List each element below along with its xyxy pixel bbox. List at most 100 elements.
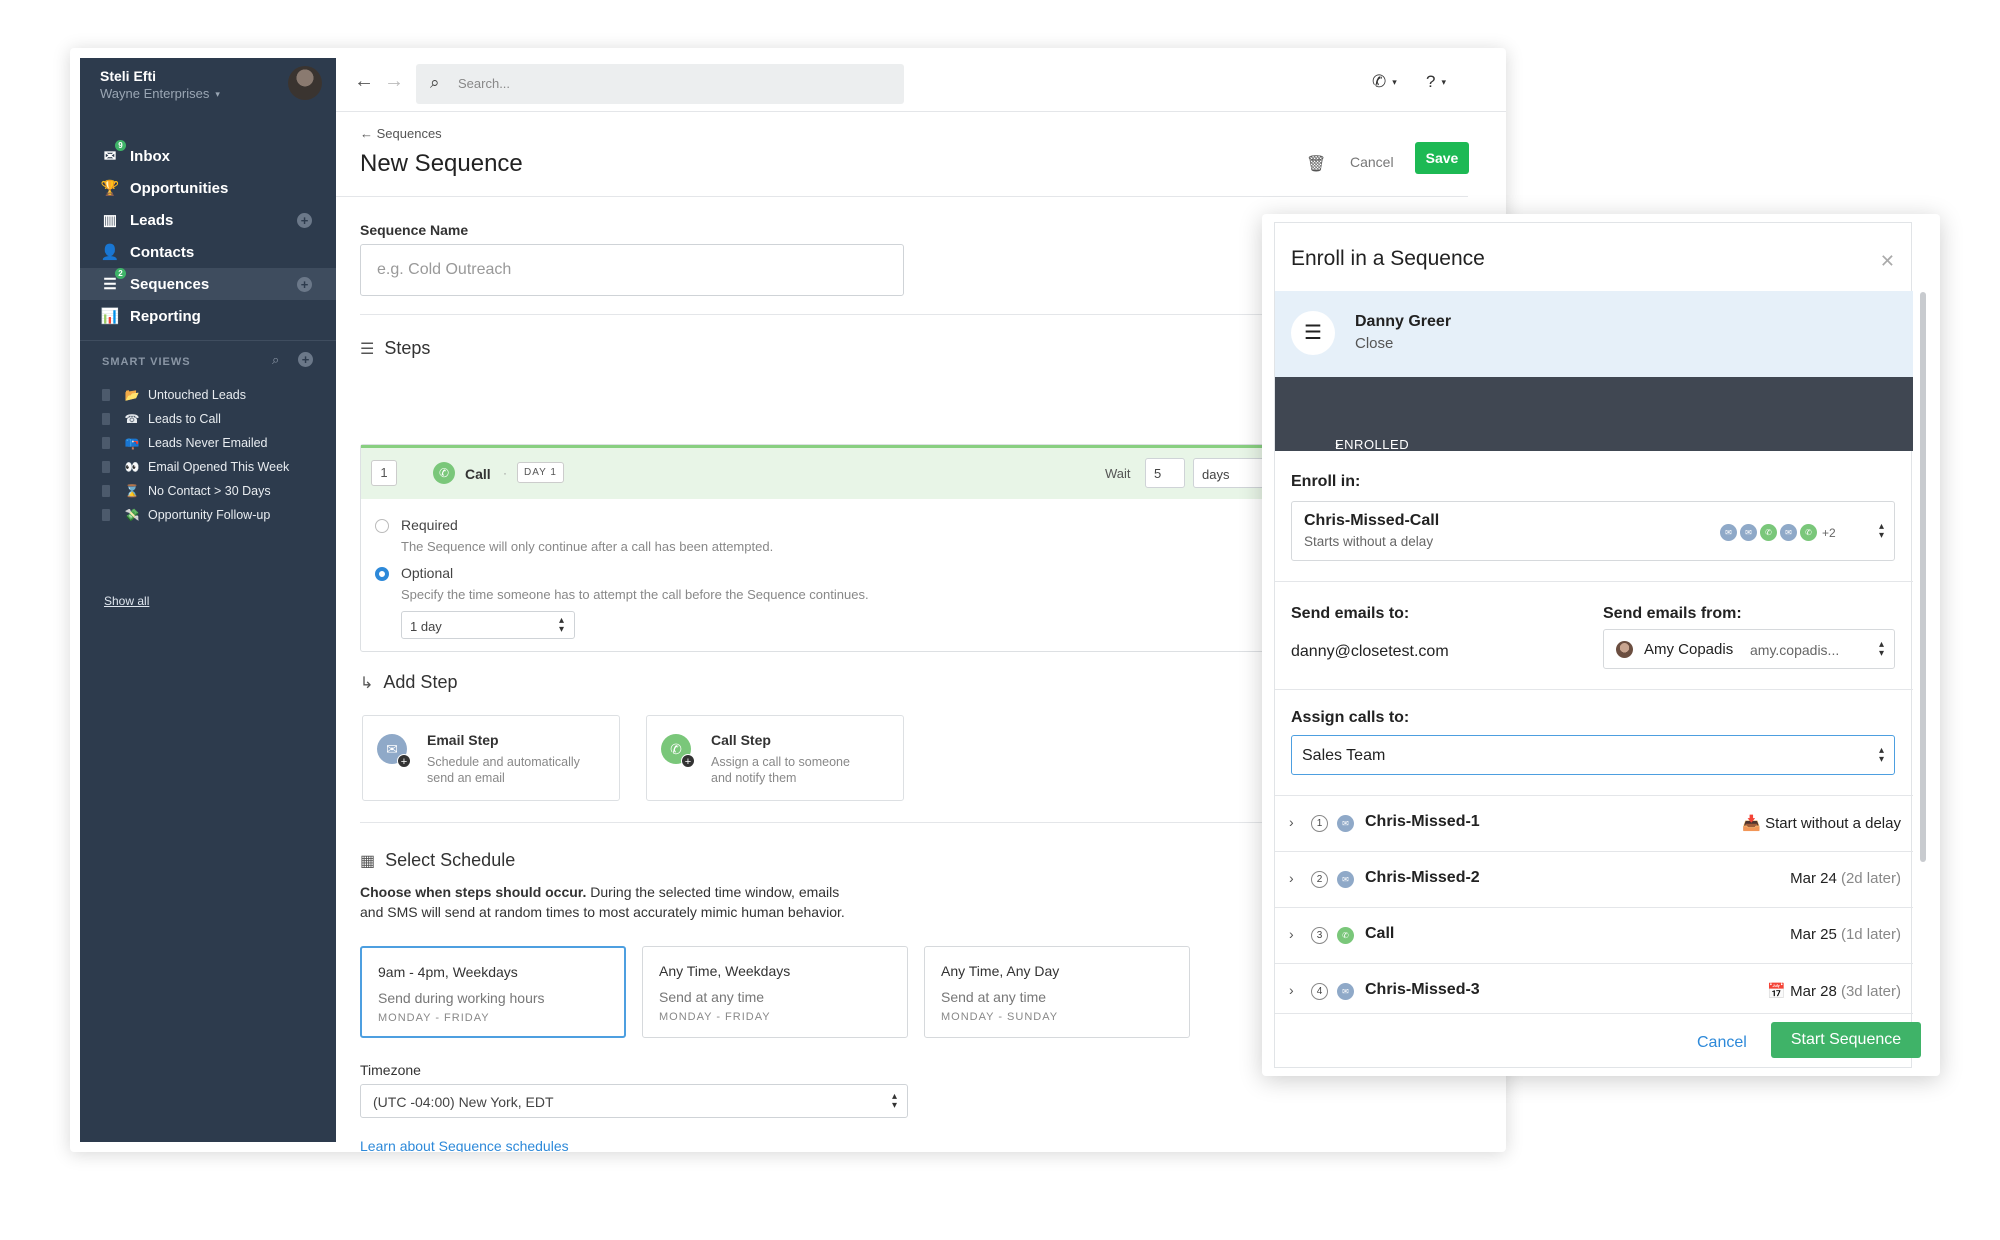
lead-icon: ☰ bbox=[1291, 311, 1335, 355]
chevron-right-icon[interactable]: › bbox=[1289, 814, 1294, 830]
start-sequence-button[interactable]: Start Sequence bbox=[1771, 1022, 1921, 1058]
chevron-right-icon[interactable]: › bbox=[1289, 982, 1294, 998]
call-step-description: Assign a call to someone and notify them bbox=[711, 754, 850, 786]
forward-arrow-icon[interactable]: → bbox=[384, 70, 404, 93]
duration-select[interactable]: 1 day ▴ ▾ bbox=[401, 611, 575, 639]
updown-icon: ▴ ▾ bbox=[1878, 745, 1884, 765]
smart-view-leads-never-emailed[interactable]: 📪 Leads Never Emailed bbox=[102, 432, 268, 454]
modal-scrollbar[interactable] bbox=[1920, 292, 1926, 862]
org-switcher[interactable]: Wayne Enterprises ▾ bbox=[100, 86, 220, 101]
learn-schedules-link[interactable]: Learn about Sequence schedules bbox=[360, 1138, 569, 1152]
email-step-title: Email Step bbox=[427, 732, 499, 748]
schedule-option-any-time-any-day[interactable]: Any Time, Any Day Send at any time MONDA… bbox=[924, 946, 1190, 1038]
add-smart-view-icon[interactable]: + bbox=[298, 352, 313, 367]
smart-view-no-contact[interactable]: ⌛ No Contact > 30 Days bbox=[102, 480, 271, 502]
cancel-button[interactable]: Cancel bbox=[1697, 1034, 1747, 1052]
sidebar-item-leads[interactable]: ▥ Leads + bbox=[80, 204, 336, 236]
send-from-select[interactable]: Amy Copadis amy.copadis... ▴ ▾ bbox=[1603, 629, 1895, 669]
arrow-turn-icon: ↳ bbox=[360, 674, 374, 692]
chevron-right-icon[interactable]: › bbox=[1289, 926, 1294, 942]
schedule-description: Choose when steps should occur. During t… bbox=[360, 882, 1000, 922]
add-sequence-icon[interactable]: + bbox=[297, 276, 312, 292]
timezone-select[interactable]: (UTC -04:00) New York, EDT ▴ ▾ bbox=[360, 1084, 908, 1118]
assign-calls-select[interactable]: Sales Team ▴ ▾ bbox=[1291, 735, 1895, 775]
timezone-label: Timezone bbox=[360, 1062, 421, 1078]
avatar[interactable] bbox=[288, 66, 322, 100]
schedule-option-description: Send at any time bbox=[659, 989, 765, 1005]
add-lead-icon[interactable]: + bbox=[297, 212, 312, 228]
save-button[interactable]: Save bbox=[1415, 142, 1469, 174]
schedule-option-description: Send at any time bbox=[941, 989, 1047, 1005]
cancel-button[interactable]: Cancel bbox=[1350, 154, 1394, 170]
step-date: Mar 28 bbox=[1790, 983, 1837, 1000]
wait-value-field[interactable]: 5 bbox=[1145, 458, 1185, 488]
search-input[interactable]: ⌕ Search... bbox=[416, 64, 904, 104]
back-arrow-icon[interactable]: ← bbox=[354, 70, 374, 93]
breadcrumb[interactable]: ← Sequences bbox=[360, 126, 442, 141]
separator-dot: · bbox=[503, 466, 507, 480]
sequence-step-row[interactable]: › 3 ✆ Call Mar 25 (1d later) bbox=[1275, 907, 1913, 963]
optional-radio[interactable] bbox=[375, 567, 389, 581]
schedule-option-title: Any Time, Weekdays bbox=[659, 963, 791, 979]
smart-view-email-opened[interactable]: 👀 Email Opened This Week bbox=[102, 456, 289, 478]
required-radio[interactable] bbox=[375, 519, 389, 533]
schedule-option-days: MONDAY - FRIDAY bbox=[659, 1011, 771, 1023]
sequence-select[interactable]: Chris-Missed-Call Starts without a delay… bbox=[1291, 501, 1895, 561]
trash-icon[interactable]: 🗑 bbox=[1306, 154, 1326, 174]
sidebar-item-inbox[interactable]: ✉ 9 Inbox bbox=[80, 140, 336, 172]
drag-handle-icon[interactable] bbox=[102, 413, 110, 425]
sequence-step-row[interactable]: › 2 ✉ Chris-Missed-2 Mar 24 (2d later) bbox=[1275, 851, 1913, 907]
wait-unit-select[interactable]: days bbox=[1193, 458, 1273, 488]
assign-calls-label: Assign calls to: bbox=[1291, 709, 1410, 726]
help-icon[interactable]: ? ▾ bbox=[1426, 72, 1446, 92]
calendar-icon: ▦ bbox=[360, 852, 376, 870]
plus-icon: + bbox=[397, 754, 411, 768]
step-number: 1 bbox=[371, 460, 397, 486]
smart-view-untouched-leads[interactable]: 📂 Untouched Leads bbox=[102, 384, 246, 406]
sequence-name-field[interactable]: e.g. Cold Outreach bbox=[360, 244, 904, 296]
drag-handle-icon[interactable] bbox=[102, 437, 110, 449]
smart-view-opportunity-follow-up[interactable]: 💸 Opportunity Follow-up bbox=[102, 504, 270, 526]
email-step-card[interactable]: ✉ + Email Step Schedule and automatically… bbox=[362, 715, 620, 801]
call-step-title: Call Step bbox=[711, 732, 771, 748]
sidebar-item-contacts[interactable]: 👤 Contacts bbox=[80, 236, 336, 268]
schedule-option-description: Send during working hours bbox=[378, 990, 545, 1006]
schedule-option-any-time-weekdays[interactable]: Any Time, Weekdays Send at any time MOND… bbox=[642, 946, 908, 1038]
sequence-step-row[interactable]: › 1 ✉ Chris-Missed-1 📥 Start without a d… bbox=[1275, 795, 1913, 851]
sidebar-item-sequences[interactable]: ☰ 2 Sequences + bbox=[80, 268, 336, 300]
drag-handle-icon[interactable] bbox=[102, 485, 110, 497]
optional-label: Optional bbox=[401, 565, 454, 581]
sequence-step-row[interactable]: › 4 ✉ Chris-Missed-3 📅 Mar 28 (3d later) bbox=[1275, 963, 1913, 1019]
phone-icon[interactable]: ✆ ▾ bbox=[1372, 72, 1397, 92]
sidebar-item-label: Leads bbox=[130, 211, 174, 229]
person-icon: 👤 bbox=[100, 244, 120, 261]
sequences-badge: 2 bbox=[115, 268, 126, 279]
money-icon: 💸 bbox=[124, 508, 140, 522]
steps-heading: ☰ Steps bbox=[360, 338, 430, 359]
step-date: Mar 25 bbox=[1790, 926, 1837, 943]
sidebar-item-reporting[interactable]: 📊 Reporting bbox=[80, 300, 336, 332]
drag-handle-icon[interactable] bbox=[102, 509, 110, 521]
drag-handle-icon[interactable] bbox=[102, 461, 110, 473]
close-icon[interactable]: ✕ bbox=[1880, 251, 1895, 272]
list-icon: ☰ bbox=[360, 340, 375, 358]
smart-view-leads-to-call[interactable]: ☎ Leads to Call bbox=[102, 408, 221, 430]
sequence-description: Starts without a delay bbox=[1304, 534, 1434, 549]
trophy-icon: 🏆 bbox=[100, 180, 120, 197]
step-type: Call bbox=[465, 466, 491, 482]
drag-handle-icon[interactable] bbox=[102, 389, 110, 401]
enrolled-bar[interactable]: › ENROLLED IN 1 SEQUENCE bbox=[1275, 377, 1913, 482]
send-to-label: Send emails to: bbox=[1291, 605, 1410, 622]
show-all-link[interactable]: Show all bbox=[104, 594, 149, 608]
email-step-description: Schedule and automatically send an email bbox=[427, 754, 580, 786]
search-icon[interactable]: ⌕ bbox=[272, 352, 279, 368]
call-step-card[interactable]: ✆ + Call Step Assign a call to someone and… bbox=[646, 715, 904, 801]
user-menu[interactable]: Steli Efti Wayne Enterprises ▾ bbox=[100, 68, 220, 101]
step-number: 3 bbox=[1311, 927, 1328, 944]
duration-value: 1 day bbox=[410, 619, 442, 634]
inbox-badge: 9 bbox=[115, 140, 126, 151]
chevron-right-icon[interactable]: › bbox=[1289, 870, 1294, 886]
sequence-icon: ☰ 2 bbox=[100, 268, 126, 294]
sidebar-item-opportunities[interactable]: 🏆 Opportunities bbox=[80, 172, 336, 204]
schedule-option-working-hours[interactable]: 9am - 4pm, Weekdays Send during working … bbox=[360, 946, 626, 1038]
